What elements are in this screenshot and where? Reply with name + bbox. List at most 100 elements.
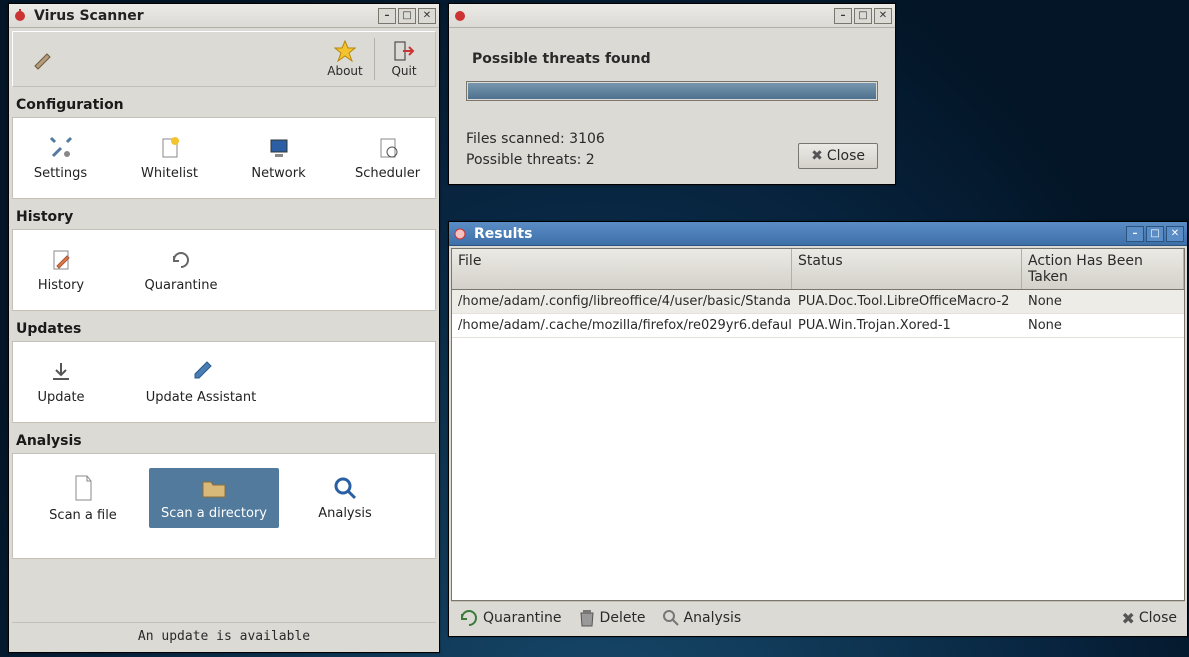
footer-delete-button[interactable]: Delete [578, 608, 646, 628]
file-icon [71, 474, 95, 502]
update-assistant-button[interactable]: Update Assistant [131, 352, 271, 412]
quit-label: Quit [391, 64, 416, 78]
close-button[interactable]: ✕ [874, 8, 892, 24]
scan-directory-button[interactable]: Scan a directory [149, 468, 279, 528]
titlebar[interactable]: Virus Scanner – □ ✕ [9, 4, 439, 28]
maximize-button[interactable]: □ [854, 8, 872, 24]
updates-label: Updates [12, 311, 436, 341]
cell-status: PUA.Doc.Tool.LibreOfficeMacro-2 [792, 290, 1022, 313]
footer-delete-label: Delete [600, 610, 646, 626]
update-assistant-label: Update Assistant [146, 390, 256, 405]
analysis-panel: Scan a file Scan a directory Analysis [12, 453, 436, 559]
settings-label: Settings [34, 166, 87, 181]
maximize-button[interactable]: □ [398, 8, 416, 24]
network-icon [267, 136, 291, 160]
table-header: File Status Action Has Been Taken [452, 249, 1184, 290]
eyedropper-icon [189, 360, 213, 384]
document-new-icon [158, 136, 182, 160]
toolbar-scan-button[interactable] [19, 34, 69, 84]
close-button[interactable]: ✕ [1166, 226, 1184, 242]
configuration-label: Configuration [12, 87, 436, 117]
threats-row: Possible threats: 2 [466, 150, 798, 171]
scan-progress-dialog: – □ ✕ Possible threats found Files scann… [448, 3, 896, 185]
close-icon: ✖ [1121, 609, 1134, 628]
main-toolbar: About Quit [12, 31, 436, 87]
results-window: Results – □ ✕ File Status Action Has Bee… [448, 221, 1188, 637]
cell-action: None [1022, 314, 1184, 337]
tools-icon [49, 136, 73, 160]
folder-icon [201, 476, 227, 500]
footer-quarantine-button[interactable]: Quarantine [459, 608, 562, 628]
analysis-button[interactable]: Analysis [285, 468, 405, 528]
network-button[interactable]: Network [239, 128, 318, 188]
window-title: Virus Scanner [34, 8, 144, 24]
analysis-label: Analysis [12, 423, 436, 453]
footer-analysis-label: Analysis [684, 610, 742, 626]
history-label: History [12, 199, 436, 229]
page-gear-icon [376, 136, 400, 160]
edit-note-icon [49, 248, 73, 272]
minimize-button[interactable]: – [834, 8, 852, 24]
updates-panel: Update Update Assistant [12, 341, 436, 423]
scheduler-label: Scheduler [355, 166, 420, 181]
progressbar-fill [468, 83, 876, 99]
recycle-icon [459, 608, 479, 628]
whitelist-button[interactable]: Whitelist [130, 128, 209, 188]
dialog-close-button[interactable]: ✖ Close [798, 143, 878, 169]
maximize-button[interactable]: □ [1146, 226, 1164, 242]
minimize-button[interactable]: – [378, 8, 396, 24]
magnifier-icon [333, 476, 357, 500]
threats-value: 2 [586, 152, 595, 168]
results-title: Results [474, 226, 532, 242]
footer-close-label: Close [1139, 610, 1177, 626]
minimize-button[interactable]: – [1126, 226, 1144, 242]
quarantine-button[interactable]: Quarantine [131, 240, 231, 300]
col-action-header[interactable]: Action Has Been Taken [1022, 249, 1184, 289]
settings-button[interactable]: Settings [21, 128, 100, 188]
whitelist-label: Whitelist [141, 166, 198, 181]
history-button[interactable]: History [21, 240, 101, 300]
titlebar-results[interactable]: Results – □ ✕ [449, 222, 1187, 246]
col-file-header[interactable]: File [452, 249, 792, 289]
cell-action: None [1022, 290, 1184, 313]
scheduler-button[interactable]: Scheduler [348, 128, 427, 188]
analysis-btn-label: Analysis [318, 506, 372, 521]
close-button[interactable]: ✕ [418, 8, 436, 24]
close-label: Close [827, 148, 865, 164]
history-btn-label: History [38, 278, 84, 293]
results-footer: Quarantine Delete Analysis ✖ Close [451, 601, 1185, 634]
close-icon: ✖ [811, 148, 823, 164]
table-body: /home/adam/.config/libreoffice/4/user/ba… [452, 290, 1184, 600]
table-row[interactable]: /home/adam/.config/libreoffice/4/user/ba… [452, 290, 1184, 314]
about-button[interactable]: About [320, 34, 370, 84]
files-scanned-row: Files scanned: 3106 [466, 129, 798, 150]
footer-analysis-button[interactable]: Analysis [662, 609, 742, 627]
dialog-heading: Possible threats found [472, 51, 878, 67]
files-scanned-label: Files scanned: [466, 131, 565, 147]
scan-dir-label: Scan a directory [161, 506, 267, 521]
cell-status: PUA.Win.Trojan.Xored-1 [792, 314, 1022, 337]
col-status-header[interactable]: Status [792, 249, 1022, 289]
exit-icon [393, 40, 415, 62]
scan-progressbar [466, 81, 878, 101]
network-label: Network [251, 166, 305, 181]
brush-icon [33, 48, 55, 70]
bug-icon [12, 8, 28, 24]
quit-button[interactable]: Quit [379, 34, 429, 84]
refresh-icon [169, 248, 193, 272]
titlebar-dialog[interactable]: – □ ✕ [449, 4, 895, 28]
scan-file-label: Scan a file [49, 508, 117, 523]
update-button[interactable]: Update [21, 352, 101, 412]
virus-scanner-window: Virus Scanner – □ ✕ About [8, 3, 440, 653]
cell-file: /home/adam/.config/libreoffice/4/user/ba… [452, 290, 792, 313]
table-row[interactable]: /home/adam/.cache/mozilla/firefox/re029y… [452, 314, 1184, 338]
threats-label: Possible threats: [466, 152, 581, 168]
scan-file-button[interactable]: Scan a file [23, 468, 143, 528]
footer-close-button[interactable]: ✖ Close [1121, 609, 1177, 628]
footer-quarantine-label: Quarantine [483, 610, 562, 626]
trash-icon [578, 608, 596, 628]
quarantine-label: Quarantine [145, 278, 218, 293]
download-icon [49, 360, 73, 384]
magnifier-icon [662, 609, 680, 627]
configuration-panel: Settings Whitelist Network Scheduler [12, 117, 436, 199]
